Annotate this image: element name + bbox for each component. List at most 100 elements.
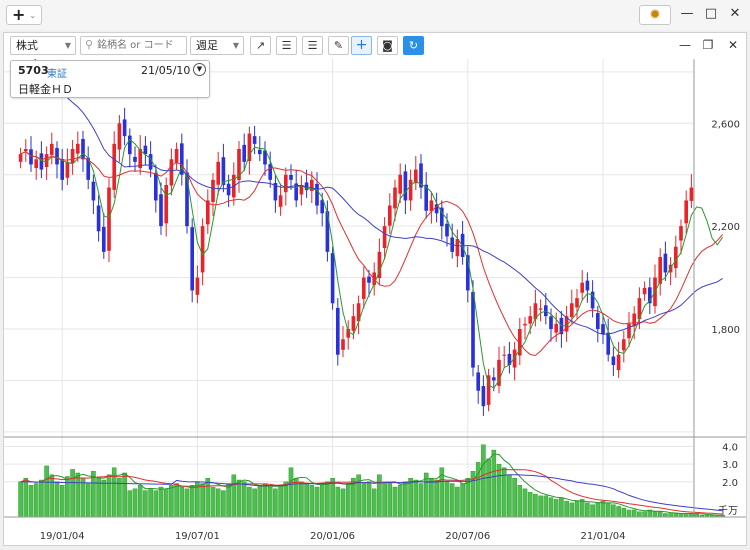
candle-body [367, 276, 371, 283]
volume-bar [304, 483, 309, 518]
candle-body [554, 323, 559, 333]
period-select[interactable]: 週足 ▼ [190, 36, 244, 55]
volume-bar [387, 481, 393, 518]
candle-body [91, 181, 96, 201]
stock-code: 5703 [18, 64, 49, 77]
volume-bar [257, 485, 263, 518]
chart-grid [4, 59, 694, 517]
candle-body [242, 144, 247, 162]
candle-body [283, 174, 288, 193]
candle-body [55, 147, 59, 165]
volume-bar [319, 483, 325, 518]
minimize-window-button[interactable]: — [680, 6, 694, 22]
volume-bar [564, 500, 569, 518]
volume-bar [200, 483, 205, 518]
volume-bar [517, 485, 523, 518]
volume-bar [39, 479, 44, 518]
volume-bar [553, 499, 559, 518]
candle-body [133, 156, 137, 162]
volume-bar [236, 479, 242, 518]
volume-bar [189, 485, 195, 518]
chevron-down-icon: ⌄ [29, 10, 37, 20]
add-tab-button[interactable]: + ⌄ [6, 5, 42, 25]
candle-body [549, 316, 553, 329]
candle-body [107, 187, 111, 251]
close-window-button[interactable]: ✕ [728, 6, 742, 22]
candle-body [408, 179, 413, 201]
minimize-panel-button[interactable]: — [678, 37, 692, 53]
volume-bar [382, 483, 387, 518]
stock-info-box: 5703 東証 21/05/10 ▼ 日軽金ＨＤ [10, 60, 210, 98]
volume-bar [486, 458, 491, 518]
volume-bar [559, 497, 564, 518]
candle-body [34, 159, 39, 169]
volume-bar [70, 469, 75, 518]
volume-bar [143, 490, 148, 518]
volume-bar [283, 481, 289, 518]
candle-body [159, 194, 163, 227]
close-panel-button[interactable]: ✕ [726, 37, 740, 53]
volume-bar [314, 486, 320, 518]
volume-bar [408, 478, 413, 518]
maximize-window-button[interactable]: □ [704, 6, 718, 22]
symbol-search-input[interactable] [97, 38, 185, 53]
symbol-search[interactable]: ⚲ [80, 36, 187, 55]
volume-bar [683, 513, 689, 518]
volume-bar [543, 495, 549, 518]
candle-body [169, 159, 174, 186]
volume-bar [252, 488, 257, 518]
candle-body [18, 154, 23, 162]
candle-body [117, 123, 122, 150]
price-tick-label: 2,200 [711, 222, 740, 233]
candle-body [112, 143, 117, 190]
candle-body [580, 282, 585, 293]
screenshot-button[interactable]: ◙ [377, 36, 398, 55]
restore-panel-button[interactable]: ❐ [701, 37, 715, 53]
volume-bar [247, 486, 252, 518]
volume-bar [330, 478, 335, 518]
candle-body [663, 253, 668, 273]
volume-bar [673, 513, 679, 518]
time-tick-label: 21/01/04 [581, 531, 626, 542]
candle-body [393, 187, 397, 209]
crosshair-tool-button[interactable]: + [351, 36, 372, 55]
candle-body [403, 171, 408, 201]
refresh-button[interactable]: ↻ [403, 36, 424, 55]
security-type-select[interactable]: 株式 ▼ [10, 36, 76, 55]
candle-body [143, 145, 148, 155]
candle-body [39, 153, 44, 170]
volume-bar [158, 486, 164, 518]
candle-body [658, 257, 663, 284]
gear-icon: ✹ [649, 7, 661, 23]
draw-tool-button[interactable]: ✎ [328, 36, 349, 55]
volume-bar [600, 500, 606, 518]
price-chart[interactable]: 2,600 2,200 1,800 4.0 3.0 2.0 千万 19/01/04 19/07/… [4, 59, 746, 545]
refresh-icon: ↻ [408, 39, 419, 52]
candle-body [585, 280, 590, 291]
settings-button[interactable]: ✹ [639, 5, 671, 25]
chart-panel: 株式 ▼ ⚲ 週足 ▼ ↗ ☰ ☰ ✎ + ◙ ↻ — ❐ ✕ 5703 東証 … [3, 32, 747, 546]
lines-icon: ☰ [281, 39, 292, 52]
chevron-down-icon[interactable]: ▼ [193, 63, 206, 76]
volume-bar [231, 474, 237, 518]
volume-bar [262, 483, 268, 518]
volume-bar [397, 485, 403, 518]
volume-bar [23, 478, 29, 518]
volume-bar [122, 472, 127, 518]
align-right-tool-button[interactable]: ☰ [302, 36, 323, 55]
time-tick-label: 19/07/01 [175, 531, 220, 542]
volume-bar [33, 483, 39, 518]
volume-bar [18, 481, 23, 518]
candle-body [351, 316, 356, 331]
volume-tick-label: 3.0 [722, 460, 738, 471]
candle-body [268, 164, 273, 180]
volume-bar [642, 511, 647, 518]
volume-bar [127, 490, 133, 518]
price-tick-label: 1,800 [711, 325, 740, 336]
volume-bar [335, 486, 341, 518]
align-left-tool-button[interactable]: ☰ [276, 36, 297, 55]
volume-bar [481, 444, 486, 518]
volume-bar [569, 502, 575, 518]
volume-bar [418, 483, 424, 518]
trendline-tool-button[interactable]: ↗ [250, 36, 271, 55]
